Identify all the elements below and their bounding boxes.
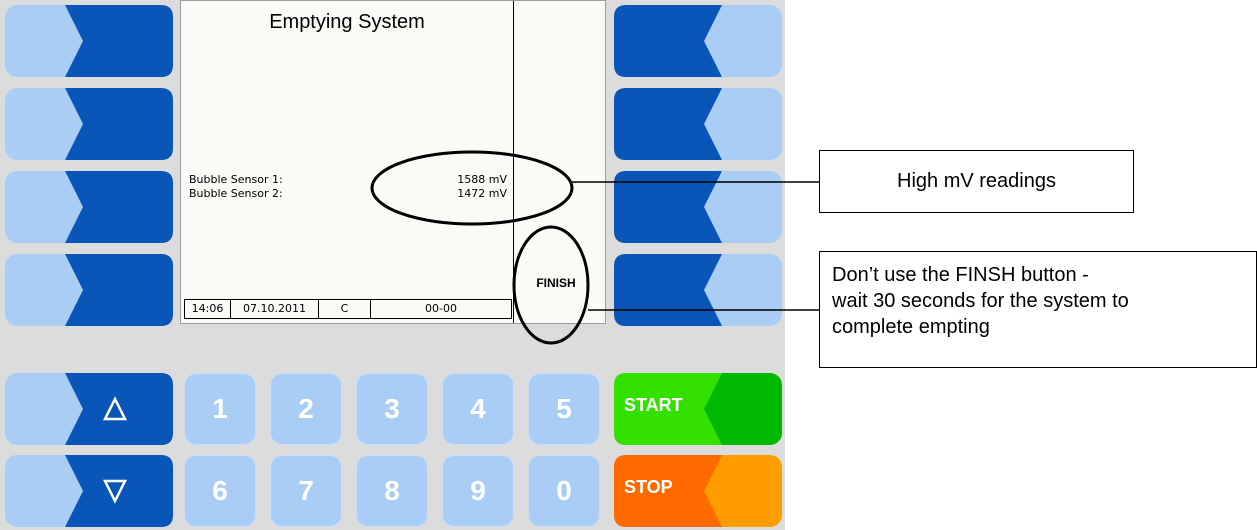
key-6[interactable]: 6 (184, 455, 256, 527)
left-softkey-4[interactable] (5, 254, 173, 326)
finish-button[interactable]: FINISH (522, 271, 590, 295)
key-7[interactable]: 7 (270, 455, 342, 527)
finish-callout-line-3: complete empting (832, 316, 990, 338)
finish-callout: Don’t use the FINSH button - wait 30 sec… (819, 251, 1257, 368)
right-softkey-3[interactable] (614, 171, 782, 243)
readings-callout: High mV readings (819, 150, 1134, 213)
sensor-1-value: 1588 mV (457, 173, 507, 186)
display-screen: Emptying System Bubble Sensor 1: 1588 mV… (180, 0, 606, 324)
screen-title: Emptying System (269, 11, 425, 33)
status-mode: C (319, 300, 371, 318)
sensor-2-value: 1472 mV (457, 187, 507, 200)
left-softkey-1[interactable] (5, 5, 173, 77)
status-bar: 14:06 07.10.2011 C 00-00 (184, 299, 512, 319)
left-softkey-3[interactable] (5, 171, 173, 243)
finish-callout-line-2: wait 30 seconds for the system to (832, 290, 1129, 312)
status-date: 07.10.2011 (231, 300, 319, 318)
right-softkey-4[interactable] (614, 254, 782, 326)
stop-button[interactable]: STOP (614, 455, 782, 527)
key-8[interactable]: 8 (356, 455, 428, 527)
key-4[interactable]: 4 (442, 373, 514, 445)
finish-callout-line-1: Don’t use the FINSH button - (832, 264, 1089, 286)
start-label: START (624, 395, 683, 415)
right-softkey-2[interactable] (614, 88, 782, 160)
sensor-2-label: Bubble Sensor 2: (189, 187, 283, 200)
key-3[interactable]: 3 (356, 373, 428, 445)
arrow-down-key[interactable] (5, 455, 173, 527)
arrow-up-key[interactable] (5, 373, 173, 445)
key-2[interactable]: 2 (270, 373, 342, 445)
key-1[interactable]: 1 (184, 373, 256, 445)
start-button[interactable]: START (614, 373, 782, 445)
sensor-1-label: Bubble Sensor 1: (189, 173, 283, 186)
status-code: 00-00 (425, 302, 457, 315)
stop-label: STOP (624, 477, 673, 497)
key-5[interactable]: 5 (528, 373, 600, 445)
control-panel: Emptying System Bubble Sensor 1: 1588 mV… (0, 0, 785, 530)
left-softkey-2[interactable] (5, 88, 173, 160)
key-0[interactable]: 0 (528, 455, 600, 527)
right-softkey-1[interactable] (614, 5, 782, 77)
screen-divider (513, 1, 514, 323)
key-9[interactable]: 9 (442, 455, 514, 527)
status-time: 14:06 (185, 300, 231, 318)
